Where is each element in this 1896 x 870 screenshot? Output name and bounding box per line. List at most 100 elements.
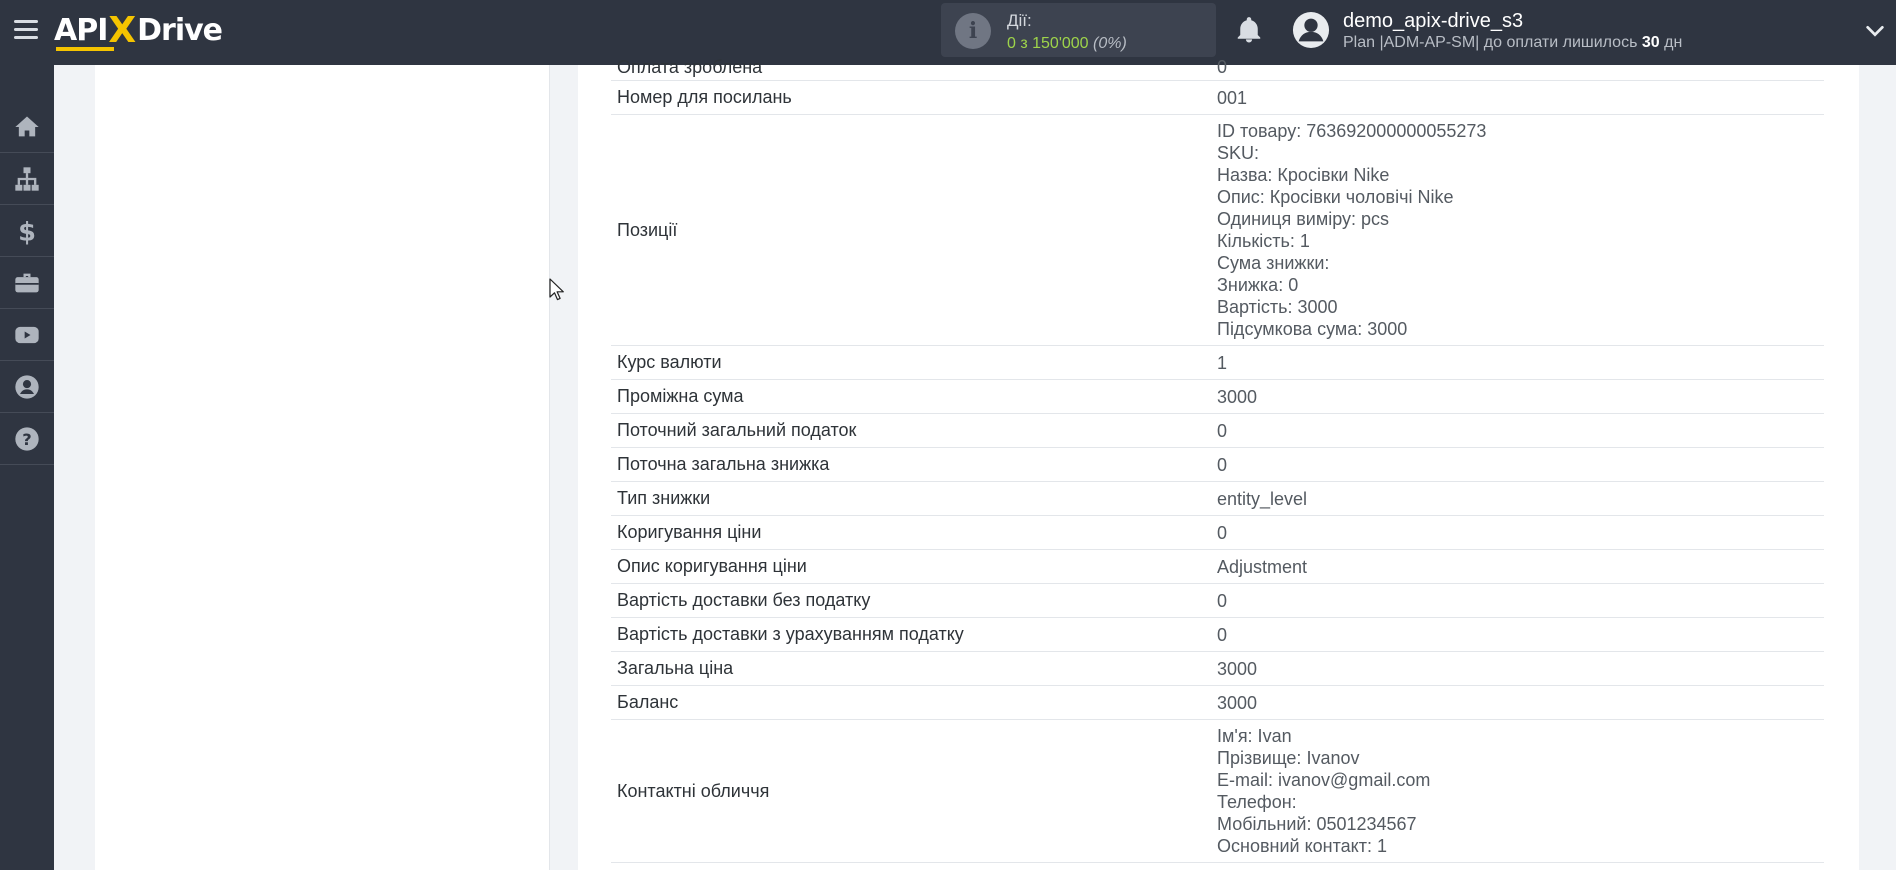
- bell-icon[interactable]: [1234, 15, 1264, 45]
- row-value-line: 001: [1217, 87, 1248, 108]
- actions-count-value: 0 з 150'000: [1007, 35, 1089, 52]
- row-value-line: 1: [1217, 352, 1228, 373]
- table-row: Курс валюти 1: [611, 346, 1824, 380]
- table-row: Оплата зроблена 0: [611, 54, 1824, 81]
- table-row: Поточний загальний податок 0: [611, 414, 1824, 448]
- table-row: Позиції ID товару: 763692000000055273 SK…: [611, 115, 1824, 346]
- row-value: Adjustment: [1217, 556, 1824, 578]
- chevron-down-icon[interactable]: [1864, 20, 1886, 42]
- row-value-line: Adjustment: [1217, 556, 1308, 577]
- row-key: Проміжна сума: [617, 386, 744, 406]
- sidebar-item-video[interactable]: [0, 309, 54, 361]
- row-key: Опис коригування ціни: [617, 556, 807, 576]
- row-key: Коригування ціни: [617, 522, 762, 542]
- table-row: Тип знижки entity_level: [611, 482, 1824, 516]
- data-table: Оплата зроблена 0 Номер для посилань 001…: [611, 54, 1824, 863]
- user-plan: Plan |ADM-AP-SM| до оплати лишилось 30 д…: [1343, 34, 1682, 52]
- logo[interactable]: API X Drive: [54, 9, 223, 51]
- row-value-line: 0: [1217, 454, 1228, 475]
- youtube-icon: [15, 326, 39, 343]
- row-value-line: Назва: Кросівки Nike: [1217, 165, 1390, 185]
- row-key: Позиції: [617, 219, 678, 240]
- row-value-line: 0: [1217, 420, 1228, 441]
- row-value-line: entity_level: [1217, 488, 1308, 509]
- row-key: Номер для посилань: [617, 87, 792, 107]
- table-row: Контактні обличчя Ім'я: Ivan Прізвище: I…: [611, 720, 1824, 863]
- row-value-line: Телефон:: [1217, 792, 1297, 812]
- logo-text-drive: Drive: [137, 12, 223, 48]
- plan-text: Plan |ADM-AP-SM| до оплати лишилось: [1343, 34, 1638, 51]
- table-row: Баланс 3000: [611, 686, 1824, 720]
- help-icon: ?: [15, 426, 39, 451]
- row-key: Поточний загальний податок: [617, 420, 857, 440]
- row-value: 1: [1217, 352, 1824, 374]
- left-panel: [95, 65, 550, 870]
- info-icon: i: [955, 13, 991, 49]
- row-value-line: 0: [1217, 590, 1228, 611]
- row-key: Вартість доставки без податку: [617, 590, 871, 610]
- row-value-line: Основний контакт: 1: [1217, 836, 1387, 856]
- row-key: Вартість доставки з урахуванням податку: [617, 624, 964, 644]
- plan-days-unit: дн: [1664, 34, 1683, 51]
- row-value: 3000: [1217, 692, 1824, 714]
- sidebar: $ ?: [0, 65, 54, 870]
- row-value: 3000: [1217, 658, 1824, 680]
- user-avatar-icon[interactable]: [1292, 11, 1330, 49]
- sidebar-item-services[interactable]: [0, 257, 54, 309]
- row-key: Оплата зроблена: [617, 56, 763, 77]
- row-value-line: Кількість: 1: [1217, 231, 1310, 251]
- actions-counter[interactable]: i Дії: 0 з 150'000 (0%): [941, 3, 1216, 57]
- dollar-icon: $: [18, 217, 36, 245]
- table-row: Опис коригування ціни Adjustment: [611, 550, 1824, 584]
- svg-text:?: ?: [22, 429, 31, 448]
- row-value: 001: [1217, 87, 1824, 109]
- row-key: Поточна загальна знижка: [617, 454, 830, 474]
- row-value-line: Підсумкова сума: 3000: [1217, 319, 1408, 339]
- row-value: 0: [1217, 56, 1824, 78]
- row-value-line: 0: [1217, 624, 1228, 645]
- row-value: 0: [1217, 590, 1824, 612]
- row-value-line: 3000: [1217, 386, 1258, 407]
- logo-underline: [56, 47, 114, 51]
- row-value: 0: [1217, 522, 1824, 544]
- row-value-line: ID товару: 763692000000055273: [1217, 121, 1487, 141]
- table-row: Вартість доставки з урахуванням податку …: [611, 618, 1824, 652]
- row-value: 3000: [1217, 386, 1824, 408]
- row-value: ID товару: 763692000000055273 SKU: Назва…: [1217, 120, 1824, 340]
- row-value-line: Мобільний: 0501234567: [1217, 814, 1417, 834]
- row-value-line: Одиниця виміру: pcs: [1217, 209, 1390, 229]
- row-value-line: E-mail: ivanov@gmail.com: [1217, 770, 1431, 790]
- table-row: Проміжна сума 3000: [611, 380, 1824, 414]
- row-value: 0: [1217, 454, 1824, 476]
- user-name[interactable]: demo_apix-drive_s3: [1343, 10, 1523, 33]
- sidebar-item-billing[interactable]: $: [0, 205, 54, 257]
- home-icon: [15, 116, 39, 136]
- row-key: Контактні обличчя: [617, 780, 770, 801]
- sidebar-item-home[interactable]: [0, 101, 54, 153]
- actions-count-percent: (0%): [1093, 35, 1127, 52]
- row-value-line: Знижка: 0: [1217, 275, 1299, 295]
- briefcase-icon: [15, 273, 39, 292]
- sidebar-item-connections[interactable]: [0, 153, 54, 205]
- row-value-line: 3000: [1217, 658, 1258, 679]
- row-value: 0: [1217, 624, 1824, 646]
- logo-text-x: X: [108, 9, 137, 51]
- sitemap-icon: [15, 166, 39, 191]
- svg-text:$: $: [18, 217, 36, 245]
- table-row: Поточна загальна знижка 0: [611, 448, 1824, 482]
- row-value-line: Ім'я: Ivan: [1217, 726, 1292, 746]
- sidebar-item-profile[interactable]: [0, 361, 54, 413]
- menu-icon[interactable]: [14, 20, 38, 42]
- user-circle-icon: [15, 374, 39, 399]
- row-value-line: SKU:: [1217, 143, 1260, 163]
- row-value-line: 0: [1217, 57, 1228, 77]
- table-row: Коригування ціни 0: [611, 516, 1824, 550]
- row-key: Баланс: [617, 692, 679, 712]
- sidebar-item-help[interactable]: ?: [0, 413, 54, 465]
- logo-text-api: API: [54, 12, 108, 48]
- row-value-line: Прізвище: Ivanov: [1217, 748, 1360, 768]
- row-key: Тип знижки: [617, 488, 711, 508]
- row-value: 0: [1217, 420, 1824, 442]
- row-value: Ім'я: Ivan Прізвище: Ivanov E-mail: ivan…: [1217, 725, 1824, 857]
- row-value-line: Сума знижки:: [1217, 253, 1330, 273]
